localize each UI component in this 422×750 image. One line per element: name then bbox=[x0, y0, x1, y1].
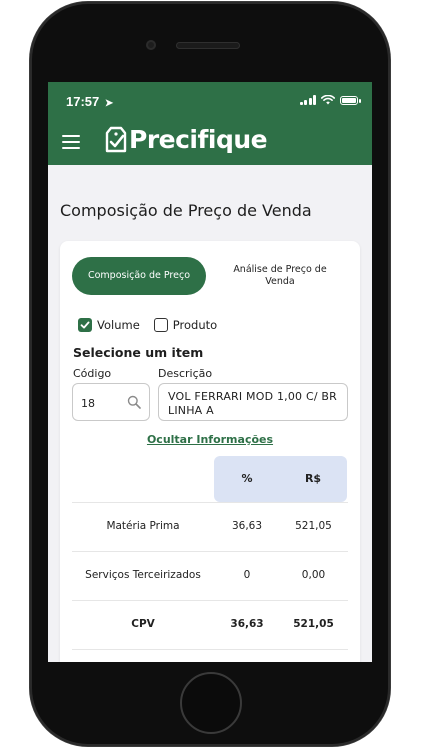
row-name: Matéria Prima bbox=[106, 520, 180, 532]
price-composition-table: % R$ Matéria Prima 36,63 521,05 Serviços… bbox=[72, 456, 348, 662]
code-label: Código bbox=[73, 367, 112, 380]
table-row: Serviços Terceirizados 0 0,00 bbox=[72, 551, 348, 600]
row-percent: 36,63 bbox=[231, 520, 263, 532]
battery-icon bbox=[340, 96, 361, 105]
composition-card: Composição de Preço Análise de Preço de … bbox=[60, 241, 360, 662]
wifi-icon bbox=[321, 95, 335, 105]
status-icons bbox=[299, 95, 361, 105]
tab-analise-preco-venda[interactable]: Análise de Preço de Venda bbox=[212, 257, 348, 295]
hamburger-menu-icon[interactable] bbox=[62, 135, 80, 149]
brand-logo: Precifique bbox=[104, 125, 268, 154]
home-button[interactable] bbox=[180, 672, 242, 734]
code-value: 18 bbox=[81, 397, 95, 410]
row-name: CPV bbox=[131, 618, 155, 630]
status-time: 17:57 ➤ bbox=[66, 94, 113, 109]
description-field[interactable]: VOL FERRARI MOD 1,00 C/ BR LINHA A bbox=[158, 383, 348, 421]
page-title: Composição de Preço de Venda bbox=[60, 201, 312, 220]
volume-checkbox[interactable]: Volume bbox=[78, 318, 140, 332]
table-row-total: CPV 36,63 521,05 bbox=[72, 600, 348, 649]
front-camera bbox=[146, 40, 156, 50]
signal-icon bbox=[299, 95, 316, 105]
segmented-control: Composição de Preço Análise de Preço de … bbox=[72, 257, 348, 297]
row-value: 0,00 bbox=[301, 569, 326, 581]
header-reais: R$ bbox=[304, 472, 322, 485]
produto-checkbox[interactable]: Produto bbox=[153, 318, 218, 332]
app-header: Precifique bbox=[48, 120, 372, 165]
produto-label: Produto bbox=[172, 318, 218, 332]
app-screen: 17:57 ➤ Precifique Composição de Preço d… bbox=[48, 82, 372, 662]
code-field[interactable]: 18 bbox=[72, 383, 150, 421]
header-percent: % bbox=[241, 472, 253, 485]
checkbox-checked-icon[interactable] bbox=[78, 318, 92, 332]
main-content: Composição de Preço de Venda Composição … bbox=[48, 201, 372, 662]
row-percent: 0 bbox=[243, 569, 251, 581]
select-item-title: Selecione um item bbox=[73, 345, 204, 360]
table-header: % R$ bbox=[72, 456, 348, 502]
search-icon[interactable] bbox=[127, 395, 141, 409]
filter-checkboxes: Volume Produto bbox=[78, 318, 217, 332]
checkbox-unchecked-icon[interactable] bbox=[153, 318, 168, 332]
row-value: 521,05 bbox=[295, 520, 332, 532]
location-arrow-icon: ➤ bbox=[104, 98, 114, 109]
hide-info-link[interactable]: Ocultar Informações bbox=[60, 433, 360, 446]
row-value: 521,05 bbox=[293, 618, 334, 630]
brand-name: Precifique bbox=[129, 125, 268, 154]
earpiece-speaker bbox=[176, 42, 240, 49]
volume-label: Volume bbox=[97, 318, 140, 332]
row-percent: 36,63 bbox=[230, 618, 264, 630]
price-tag-check-icon bbox=[105, 126, 127, 152]
status-time-text: 17:57 bbox=[66, 94, 100, 109]
tab-composicao-preco[interactable]: Composição de Preço bbox=[72, 257, 206, 295]
status-bar: 17:57 ➤ bbox=[48, 82, 372, 120]
row-name: Serviços Terceirizados bbox=[85, 569, 201, 581]
table-row-separator bbox=[72, 649, 348, 662]
table-row: Matéria Prima 36,63 521,05 bbox=[72, 502, 348, 551]
description-label: Descrição bbox=[158, 367, 213, 380]
